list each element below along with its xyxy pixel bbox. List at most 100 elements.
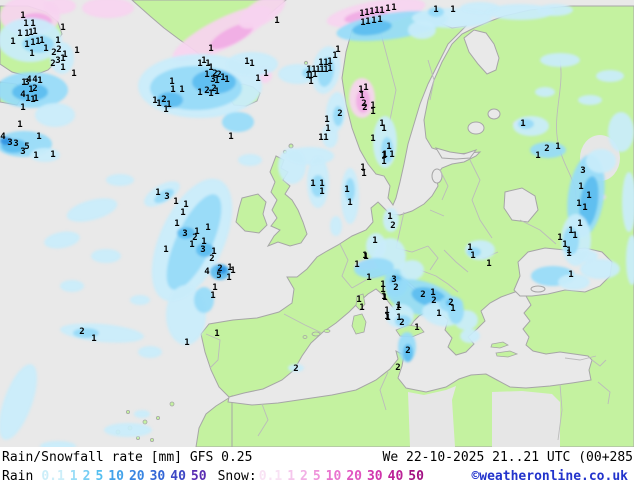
sea-body	[467, 121, 485, 135]
precip-value-label: 1	[361, 169, 366, 179]
snow-legend-value: 10	[325, 469, 342, 484]
snow-legend-value: 0.1	[258, 469, 283, 484]
precip-value-label: 1	[486, 259, 491, 269]
precip-value-label: 1	[433, 5, 438, 15]
precip-value-label: 1	[381, 292, 386, 302]
snow-legend-value: 5	[312, 469, 321, 484]
rain-blob	[596, 70, 624, 82]
precip-value-label: 1	[214, 87, 219, 97]
island	[142, 419, 148, 425]
precip-value-label: 1	[535, 151, 540, 161]
precip-value-label: 1	[366, 273, 371, 283]
map-datetime: We 22-10-2025 21..21 UTC (00+285	[382, 450, 633, 465]
precip-value-label: 1	[179, 85, 184, 95]
precip-value-label: 1	[214, 329, 219, 339]
pale-terrain	[408, 386, 456, 447]
precip-value-label: 1	[37, 76, 42, 86]
precip-value-label: 1	[450, 304, 455, 314]
rain-legend-value: 5	[95, 469, 104, 484]
precip-value-label: 1	[91, 334, 96, 344]
precip-value-label: 1	[332, 51, 337, 61]
precip-value-label: 1	[327, 64, 332, 74]
rain-blob	[60, 280, 84, 292]
precip-value-label: 1	[227, 263, 232, 273]
copyright-link[interactable]: ©weatheronline.co.uk	[471, 469, 628, 484]
rain-blob	[460, 2, 500, 14]
precip-value-label: 1	[470, 251, 475, 261]
precip-value-label: 2	[395, 363, 400, 373]
precip-value-label: 1	[577, 219, 582, 229]
precip-value-label: 1	[249, 59, 254, 69]
precipitation-map: 11 11 1111 1 1 1111112 2 1 12 3 111413 4 1214 1 111143…	[0, 0, 634, 448]
snow-legend-label: Snow:	[217, 469, 257, 484]
rain-blob	[535, 87, 555, 97]
precip-value-label: 2	[79, 327, 84, 337]
map-title: Rain/Snowfall rate [mm] GFS 0.25	[2, 450, 253, 465]
rain-blob	[608, 112, 634, 152]
precip-value-label: 1	[385, 4, 390, 14]
precip-value-label: 1	[170, 85, 175, 95]
rain-blob	[238, 154, 262, 166]
precip-value-label: 2	[399, 318, 404, 328]
precip-value-label: 1	[362, 251, 367, 261]
precip-value-label: 1	[29, 49, 34, 59]
rain-legend-value: 0.1	[41, 469, 65, 484]
snow-legend-value: 20	[346, 469, 362, 484]
precip-value-label: 3	[13, 139, 18, 149]
rain-blob	[134, 410, 150, 418]
precip-value-label: 1	[197, 88, 202, 98]
precip-value-label: 1	[36, 132, 41, 142]
precip-value-label: 3	[200, 245, 205, 255]
precip-value-label: 2	[209, 254, 214, 264]
precip-value-label: 1	[370, 107, 375, 117]
precip-value-label: 3	[580, 166, 585, 176]
precip-value-label: 1	[255, 74, 260, 84]
precip-value-label: 3	[20, 147, 25, 157]
precip-value-label: 1	[347, 198, 352, 208]
precip-value-label: 1	[310, 179, 315, 189]
snow-legend-value: 50	[408, 469, 424, 484]
precip-value-label: 1	[566, 249, 571, 259]
precip-value-label: 1	[17, 29, 22, 39]
precip-value-label: 1	[204, 70, 209, 80]
precip-value-label: 2	[337, 109, 342, 119]
snow-legend-value: 1	[287, 469, 296, 484]
rain-legend-value: 10	[108, 469, 124, 484]
island	[135, 435, 140, 440]
precip-value-label: 1	[384, 312, 389, 322]
island	[351, 313, 367, 335]
island	[323, 329, 331, 333]
rain-legend-label: Rain	[2, 469, 34, 484]
precip-value-label: 1	[189, 240, 194, 250]
precip-value-label: 1	[389, 150, 394, 160]
precip-value-label: 1	[224, 75, 229, 85]
precip-legend: Rain 0.1 1 2 5 10 20 30 40 50 Snow: 0.1 1 2 5 10 20 30…	[2, 469, 429, 484]
precip-value-label: 1	[205, 223, 210, 233]
precip-value-label: 1	[50, 150, 55, 160]
precip-value-label: 4	[0, 132, 6, 142]
precip-value-label: 4	[204, 267, 210, 277]
rain-blob	[586, 149, 616, 173]
precip-value-label: 2	[362, 103, 367, 113]
rain-blob	[106, 174, 134, 186]
precip-value-label: 1	[586, 191, 591, 201]
precip-value-label: 1	[156, 99, 161, 109]
precip-value-label: 1	[228, 132, 233, 142]
precip-value-label: 1	[10, 37, 15, 47]
precip-value-label: 1	[43, 44, 48, 54]
rain-blob	[537, 4, 573, 16]
weather-map-page: 1111111111111111221123111413412141111143…	[0, 0, 634, 490]
rain-blob	[35, 103, 75, 127]
snow-legend-values: 0.1 1 2 5 10 20 30 40 50	[259, 469, 429, 484]
rain-legend-value: 2	[82, 469, 91, 484]
precip-value-label: 1	[555, 142, 560, 152]
precip-value-label: 2	[405, 346, 410, 356]
precip-value-label: 1	[208, 89, 213, 99]
precip-value-label: 3	[164, 192, 169, 202]
island	[155, 415, 160, 420]
precip-value-label: 1	[163, 245, 168, 255]
precip-value-label: 1	[17, 120, 22, 130]
precip-value-label: 1	[450, 5, 455, 15]
precip-value-label: 1	[319, 187, 324, 197]
precip-value-label: 1	[572, 231, 577, 241]
